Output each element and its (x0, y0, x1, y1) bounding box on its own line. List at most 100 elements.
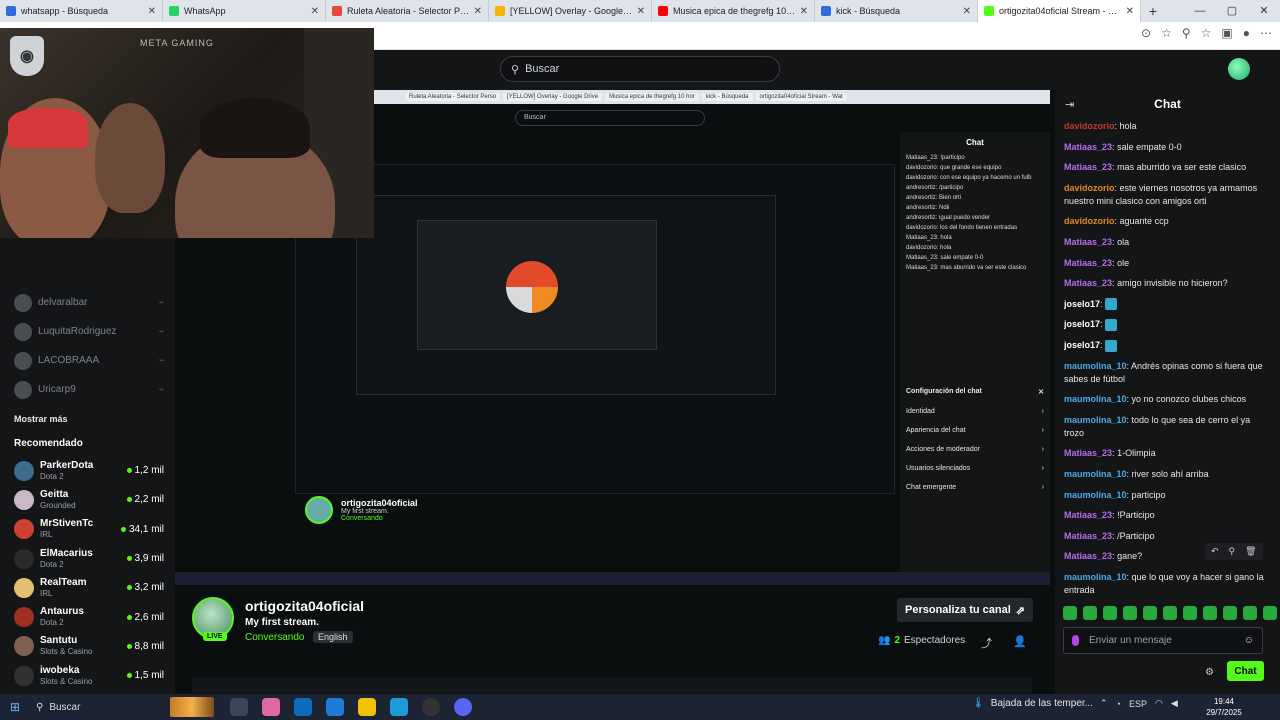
kick-emote-icon[interactable] (1183, 606, 1197, 620)
recommended-item[interactable]: RealTeam IRL 3,2 mil (14, 573, 164, 602)
chat-message[interactable]: maumolina_10: que lo que voy a hacer si … (1064, 571, 1269, 597)
followed-channel-item[interactable]: LACOBRAAA ⌁ (14, 346, 164, 375)
chat-input[interactable]: Enviar un mensaje ☺ (1063, 627, 1263, 654)
followed-channel-item[interactable]: delvaralbar ⌁ (14, 288, 164, 317)
discord-icon[interactable] (454, 698, 472, 716)
chat-username[interactable]: joselo17 (1064, 319, 1100, 329)
task-view-icon[interactable] (230, 698, 248, 716)
maximize-icon[interactable]: ▢ (1216, 0, 1248, 22)
chat-username[interactable]: maumolina_10 (1064, 469, 1127, 479)
chat-username[interactable]: maumolina_10 (1064, 490, 1127, 500)
minimize-icon[interactable]: — (1184, 0, 1216, 22)
windows-start-icon[interactable]: ⊞ (0, 700, 30, 714)
chat-message[interactable]: Matiaas_23: sale empate 0-0 (1064, 141, 1269, 154)
tab-close-icon[interactable]: ✕ (311, 6, 319, 17)
network-icon[interactable]: ◔ (1116, 699, 1121, 709)
file-explorer-icon[interactable] (358, 698, 376, 716)
chat-message[interactable]: Matiaas_23: ole (1064, 257, 1269, 270)
kick-emote-icon[interactable] (1163, 606, 1177, 620)
stream-category[interactable]: Conversando (245, 632, 304, 643)
kick-emote-icon[interactable] (1143, 606, 1157, 620)
more-icon[interactable]: ⋯ (1260, 26, 1272, 40)
obs-icon[interactable] (422, 698, 440, 716)
recommended-item[interactable]: ParkerDota Dota 2 1,2 mil (14, 456, 164, 485)
chat-message[interactable]: maumolina_10: Andrés opinas como si fuer… (1064, 360, 1269, 386)
followed-channel-item[interactable]: LuquitaRodriguez ⌁ (14, 317, 164, 346)
followed-channel-item[interactable]: Uricarp9 ⌁ (14, 375, 164, 404)
tab-close-icon[interactable]: ✕ (474, 6, 482, 17)
outlook-icon[interactable] (294, 698, 312, 716)
tab-close-icon[interactable]: ✕ (637, 6, 645, 17)
kick-emote-icon[interactable] (1203, 606, 1217, 620)
kick-emote-icon[interactable] (1063, 606, 1077, 620)
reply-icon[interactable]: ↶ (1211, 546, 1219, 557)
taskbar-clock[interactable]: 19:44 29/7/2025 (1200, 696, 1248, 718)
chat-message[interactable]: joselo17: (1064, 298, 1269, 311)
chat-message[interactable]: davidozorio: este viernes nosotros ya ar… (1064, 182, 1269, 208)
tab-close-icon[interactable]: ✕ (963, 6, 971, 17)
chat-username[interactable]: Matiaas_23 (1064, 531, 1112, 541)
recommended-item[interactable]: Santutu Slots & Casino 8,8 mil (14, 632, 164, 661)
browser-tab[interactable]: Musica epica de thegrefg 10 hor ✕ (652, 0, 815, 22)
browser-tab[interactable]: kick - Búsqueda ✕ (815, 0, 978, 22)
mail-icon[interactable] (326, 698, 344, 716)
customize-channel-button[interactable]: Personaliza tu canal ⇗ (897, 598, 1033, 622)
chat-username[interactable]: joselo17 (1064, 299, 1100, 309)
chat-message[interactable]: Matiaas_23: mas aburrido va ser este cla… (1064, 161, 1269, 174)
chat-username[interactable]: Matiaas_23 (1064, 258, 1112, 268)
language-tag[interactable]: English (313, 631, 353, 643)
chat-username[interactable]: joselo17 (1064, 340, 1100, 350)
kick-emote-icon[interactable] (1223, 606, 1237, 620)
follow-icon[interactable]: 👤 (1013, 635, 1027, 648)
chat-username[interactable]: Matiaas_23 (1064, 237, 1112, 247)
chat-username[interactable]: davidozorio (1064, 121, 1115, 131)
kick-emote-icon[interactable] (1103, 606, 1117, 620)
chat-username[interactable]: Matiaas_23 (1064, 448, 1112, 458)
chat-username[interactable]: maumolina_10 (1064, 415, 1127, 425)
kick-emote-icon[interactable] (1123, 606, 1137, 620)
recommended-item[interactable]: Antaurus Dota 2 2,6 mil (14, 602, 164, 631)
kick-emote-icon[interactable] (1083, 606, 1097, 620)
share-icon[interactable]: ⤴ (981, 635, 992, 651)
chat-username[interactable]: Matiaas_23 (1064, 551, 1112, 561)
chat-username[interactable]: davidozorio (1064, 183, 1115, 193)
recommended-item[interactable]: Geitta Grounded 2,2 mil (14, 485, 164, 514)
lang-indicator[interactable]: ESP (1129, 699, 1147, 709)
chat-message[interactable]: davidozorio: hola (1064, 120, 1269, 133)
delete-icon[interactable]: 🗑 (1245, 546, 1256, 557)
chat-username[interactable]: maumolina_10 (1064, 394, 1127, 404)
user-avatar[interactable] (1228, 58, 1250, 80)
emoji-icon[interactable]: ☺ (1244, 635, 1254, 646)
chat-message[interactable]: maumolina_10: participo (1064, 489, 1269, 502)
chat-username[interactable]: Matiaas_23 (1064, 162, 1112, 172)
chat-username[interactable]: Matiaas_23 (1064, 510, 1112, 520)
chat-message[interactable]: joselo17: (1064, 318, 1269, 331)
chat-message[interactable]: Matiaas_23: ola (1064, 236, 1269, 249)
recommended-item[interactable]: ElMacarius Dota 2 3,9 mil (14, 544, 164, 573)
edge-icon[interactable] (390, 698, 408, 716)
favorites-icon[interactable]: ☆ (1201, 26, 1212, 40)
channel-name[interactable]: ortigozita04oficial (245, 598, 364, 614)
translate-icon[interactable]: ⊙ (1141, 26, 1151, 40)
chat-message[interactable]: Matiaas_23: !Participo (1064, 509, 1269, 522)
chat-username[interactable]: davidozorio (1064, 216, 1115, 226)
browser-tab[interactable]: [YELLOW] Overlay - Google Drive ✕ (489, 0, 652, 22)
browser-tab[interactable]: WhatsApp ✕ (163, 0, 326, 22)
browser-tab[interactable]: whatsapp - Búsqueda ✕ (0, 0, 163, 22)
chat-message[interactable]: maumolina_10: river solo ahí arriba (1064, 468, 1269, 481)
copilot-icon[interactable] (262, 698, 280, 716)
extensions-icon[interactable]: ⚲ (1182, 26, 1191, 40)
show-more-link[interactable]: Mostrar más (14, 414, 68, 424)
chat-username[interactable]: maumolina_10 (1064, 572, 1127, 582)
pin-icon[interactable]: ⚲ (1229, 546, 1236, 557)
collections-icon[interactable]: ▣ (1221, 26, 1232, 40)
chat-message[interactable]: joselo17: (1064, 339, 1269, 352)
recommended-item[interactable]: iwobeka Slots & Casino 1,5 mil (14, 661, 164, 690)
browser-tab[interactable]: Ruleta Aleatoria - Selector Person ✕ (326, 0, 489, 22)
recommended-item[interactable]: MrStivenTc IRL 34,1 mil (14, 515, 164, 544)
volume-icon[interactable]: ◀ (1171, 698, 1178, 709)
chat-message[interactable]: Matiaas_23: 1-Olimpia (1064, 447, 1269, 460)
chat-send-button[interactable]: Chat (1227, 661, 1264, 681)
chat-message[interactable]: maumolina_10: yo no conozco clubes chico… (1064, 393, 1269, 406)
wifi-icon[interactable]: ◠ (1155, 698, 1163, 709)
